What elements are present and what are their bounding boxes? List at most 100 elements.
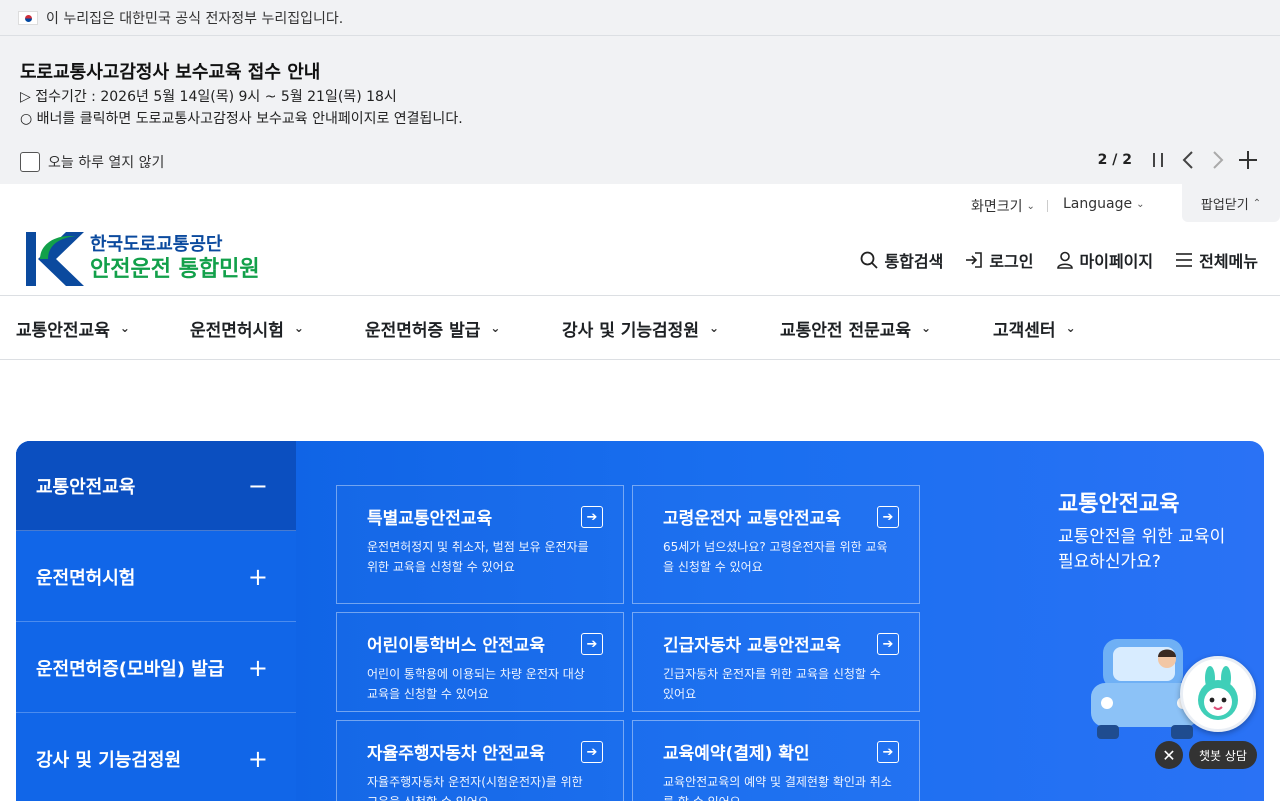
gnb-item-license-exam[interactable]: 운전면허시험 ⌄	[190, 316, 304, 341]
side-item-label: 강사 및 기능검정원	[36, 749, 182, 771]
all-menu-button[interactable]: 전체메뉴	[1175, 248, 1258, 272]
korea-flag-icon	[18, 10, 38, 25]
side-item-label: 운전면허증(모바일) 발급	[36, 658, 225, 680]
screen-size-label: 화면크기	[971, 199, 1023, 215]
chevron-down-icon: ⌄	[1065, 321, 1076, 335]
promo-title: 교통안전교육	[1058, 492, 1180, 517]
hamburger-icon	[1176, 253, 1193, 267]
minus-icon: −	[247, 471, 268, 500]
pause-icon[interactable]	[1148, 148, 1168, 172]
header-main: 한국도로교통공단 안전운전 통합민원 통합검색 로그인 마이페이지 전체메뉴	[0, 226, 1280, 296]
gnb-label: 운전면허증 발급	[365, 320, 481, 341]
popup-banner[interactable]: 도로교통사고감정사 보수교육 접수 안내 ▷ 접수기간 : 2026년 5월 1…	[0, 36, 1280, 184]
chatbot-label[interactable]: 챗봇 상담	[1189, 741, 1257, 769]
koroad-logo-icon	[26, 232, 84, 286]
dont-show-today[interactable]: 오늘 하루 열지 않기	[20, 152, 164, 172]
gnb-item-professional-education[interactable]: 교통안전 전문교육 ⌄	[780, 316, 931, 341]
card-desc: 자율주행자동차 운전자(시험운전자)를 위한 교육을 신청할 수 있어요	[367, 775, 583, 801]
card-autonomous-vehicle[interactable]: 자율주행자동차 안전교육 자율주행자동차 운전자(시험운전자)를 위한 교육을 …	[336, 720, 624, 801]
screen-size-button[interactable]: 화면크기 ⌄	[971, 196, 1035, 216]
plus-icon: +	[247, 562, 268, 591]
side-item-license-exam[interactable]: 운전면허시험 +	[16, 532, 296, 622]
utility-divider	[1047, 200, 1048, 212]
side-menu: 교통안전교육 − 운전면허시험 + 운전면허증(모바일) 발급 + 강사 및 기…	[16, 441, 296, 801]
arrow-right-icon: ➔	[877, 633, 899, 655]
card-elderly-driver[interactable]: 고령운전자 교통안전교육 65세가 넘으셨나요? 고령운전자를 위한 교육을 신…	[632, 485, 920, 604]
plus-icon: +	[247, 744, 268, 773]
global-nav: 교통안전교육 ⌄ 운전면허시험 ⌄ 운전면허증 발급 ⌄ 강사 및 기능검정원 ⌄ 교통…	[0, 296, 1280, 360]
mypage-button[interactable]: 마이페이지	[1056, 248, 1154, 272]
card-desc: 교육안전교육의 예약 및 결제현황 확인과 취소를 할 수 있어요	[663, 775, 892, 801]
card-desc: 운전면허정지 및 취소자, 벌점 보유 운전자를 위한 교육을 신청할 수 있어…	[367, 540, 589, 574]
gnb-label: 교통안전 전문교육	[780, 320, 912, 341]
banner-period: ▷ 접수기간 : 2026년 5월 14일(목) 9시 ~ 5월 21일(목) …	[20, 89, 397, 105]
mypage-label: 마이페이지	[1079, 252, 1154, 271]
gnb-item-traffic-safety-education[interactable]: 교통안전교육 ⌄	[16, 316, 130, 341]
arrow-right-icon: ➔	[581, 633, 603, 655]
gnb-label: 교통안전교육	[16, 320, 110, 341]
side-item-label: 운전면허시험	[36, 567, 136, 589]
dont-show-checkbox[interactable]	[20, 152, 40, 172]
gnb-label: 고객센터	[993, 320, 1056, 341]
dont-show-label[interactable]: 오늘 하루 열지 않기	[48, 152, 164, 172]
language-label: Language	[1063, 196, 1133, 212]
plus-icon: +	[247, 653, 268, 682]
gov-notice-bar: 이 누리집은 대한민국 공식 전자정부 누리집입니다.	[0, 0, 1280, 36]
next-icon[interactable]	[1208, 148, 1228, 172]
chevron-down-icon: ⌄	[1026, 200, 1035, 212]
login-icon	[966, 252, 983, 268]
card-emergency-vehicle[interactable]: 긴급자동차 교통안전교육 긴급자동차 운전자를 위한 교육을 신청할 수 있어요…	[632, 612, 920, 712]
side-item-label: 교통안전교육	[36, 476, 136, 498]
language-button[interactable]: Language ⌄	[1063, 196, 1144, 212]
gnb-label: 강사 및 기능검정원	[562, 320, 699, 341]
gnb-item-instructor[interactable]: 강사 및 기능검정원 ⌄	[562, 316, 719, 341]
side-item-instructor[interactable]: 강사 및 기능검정원 +	[16, 714, 296, 801]
side-item-traffic-safety-education[interactable]: 교통안전교육 −	[16, 441, 296, 531]
gnb-label: 운전면허시험	[190, 320, 284, 341]
logo-org-name: 한국도로교통공단	[90, 234, 223, 255]
chevron-down-icon: ⌄	[708, 321, 720, 335]
card-reservation-check[interactable]: 교육예약(결제) 확인 교육안전교육의 예약 및 결제현황 확인과 취소를 할 …	[632, 720, 920, 801]
login-label: 로그인	[989, 252, 1034, 271]
pager-count: 2 / 2	[1097, 152, 1132, 168]
gnb-item-customer-center[interactable]: 고객센터 ⌄	[993, 316, 1076, 341]
chatbot-close-button[interactable]: ✕	[1155, 741, 1183, 769]
promo-desc: 교통안전을 위한 교육이 필요하신가요?	[1058, 527, 1226, 572]
logo-service-name: 안전운전 통합민원	[90, 257, 260, 282]
chevron-up-icon: ⌃	[1252, 197, 1262, 209]
side-item-license-issue[interactable]: 운전면허증(모바일) 발급 +	[16, 623, 296, 713]
chatbot-character-icon	[1198, 666, 1238, 720]
search-icon	[861, 251, 879, 269]
arrow-right-icon: ➔	[581, 506, 603, 528]
all-menu-label: 전체메뉴	[1199, 252, 1258, 271]
header-utility: 화면크기 ⌄ Language ⌄ 팝업닫기 ⌃	[0, 184, 1280, 226]
chevron-down-icon: ⌄	[921, 321, 932, 335]
arrow-right-icon: ➔	[877, 506, 899, 528]
prev-icon[interactable]	[1178, 148, 1198, 172]
card-school-bus[interactable]: 어린이통학버스 안전교육 어린이 통학용에 이용되는 차량 운전자 대상 교육을…	[336, 612, 624, 712]
plus-icon[interactable]	[1238, 148, 1258, 172]
popup-close-button[interactable]: 팝업닫기 ⌃	[1182, 184, 1280, 222]
user-icon	[1056, 251, 1073, 269]
login-button[interactable]: 로그인	[965, 248, 1034, 272]
chatbot-button[interactable]	[1180, 656, 1256, 732]
chevron-down-icon: ⌄	[293, 321, 304, 335]
arrow-right-icon: ➔	[581, 741, 603, 763]
card-special-education[interactable]: 특별교통안전교육 운전면허정지 및 취소자, 벌점 보유 운전자를 위한 교육을…	[336, 485, 624, 604]
popup-close-label: 팝업닫기	[1200, 197, 1249, 213]
site-logo[interactable]: 한국도로교통공단 안전운전 통합민원	[26, 232, 260, 286]
search-button[interactable]: 통합검색	[860, 248, 943, 272]
card-desc: 긴급자동차 운전자를 위한 교육을 신청할 수 있어요	[663, 667, 881, 701]
chevron-down-icon: ⌄	[1136, 198, 1145, 210]
card-desc: 어린이 통학용에 이용되는 차량 운전자 대상 교육을 신청할 수 있어요	[367, 667, 585, 701]
chevron-down-icon: ⌄	[490, 321, 501, 335]
search-label: 통합검색	[884, 252, 944, 271]
gov-notice-text: 이 누리집은 대한민국 공식 전자정부 누리집입니다.	[46, 10, 344, 27]
card-desc: 65세가 넘으셨나요? 고령운전자를 위한 교육을 신청할 수 있어요	[663, 540, 888, 574]
arrow-right-icon: ➔	[877, 741, 899, 763]
header-actions: 통합검색 로그인 마이페이지 전체메뉴	[860, 248, 1258, 272]
chevron-down-icon: ⌄	[119, 321, 130, 335]
banner-title[interactable]: 도로교통사고감정사 보수교육 접수 안내	[20, 58, 320, 84]
gnb-item-license-issue[interactable]: 운전면허증 발급 ⌄	[365, 316, 500, 341]
banner-note: ○ 배너를 클릭하면 도로교통사고감정사 보수교육 안내페이지로 연결됩니다.	[20, 111, 463, 127]
